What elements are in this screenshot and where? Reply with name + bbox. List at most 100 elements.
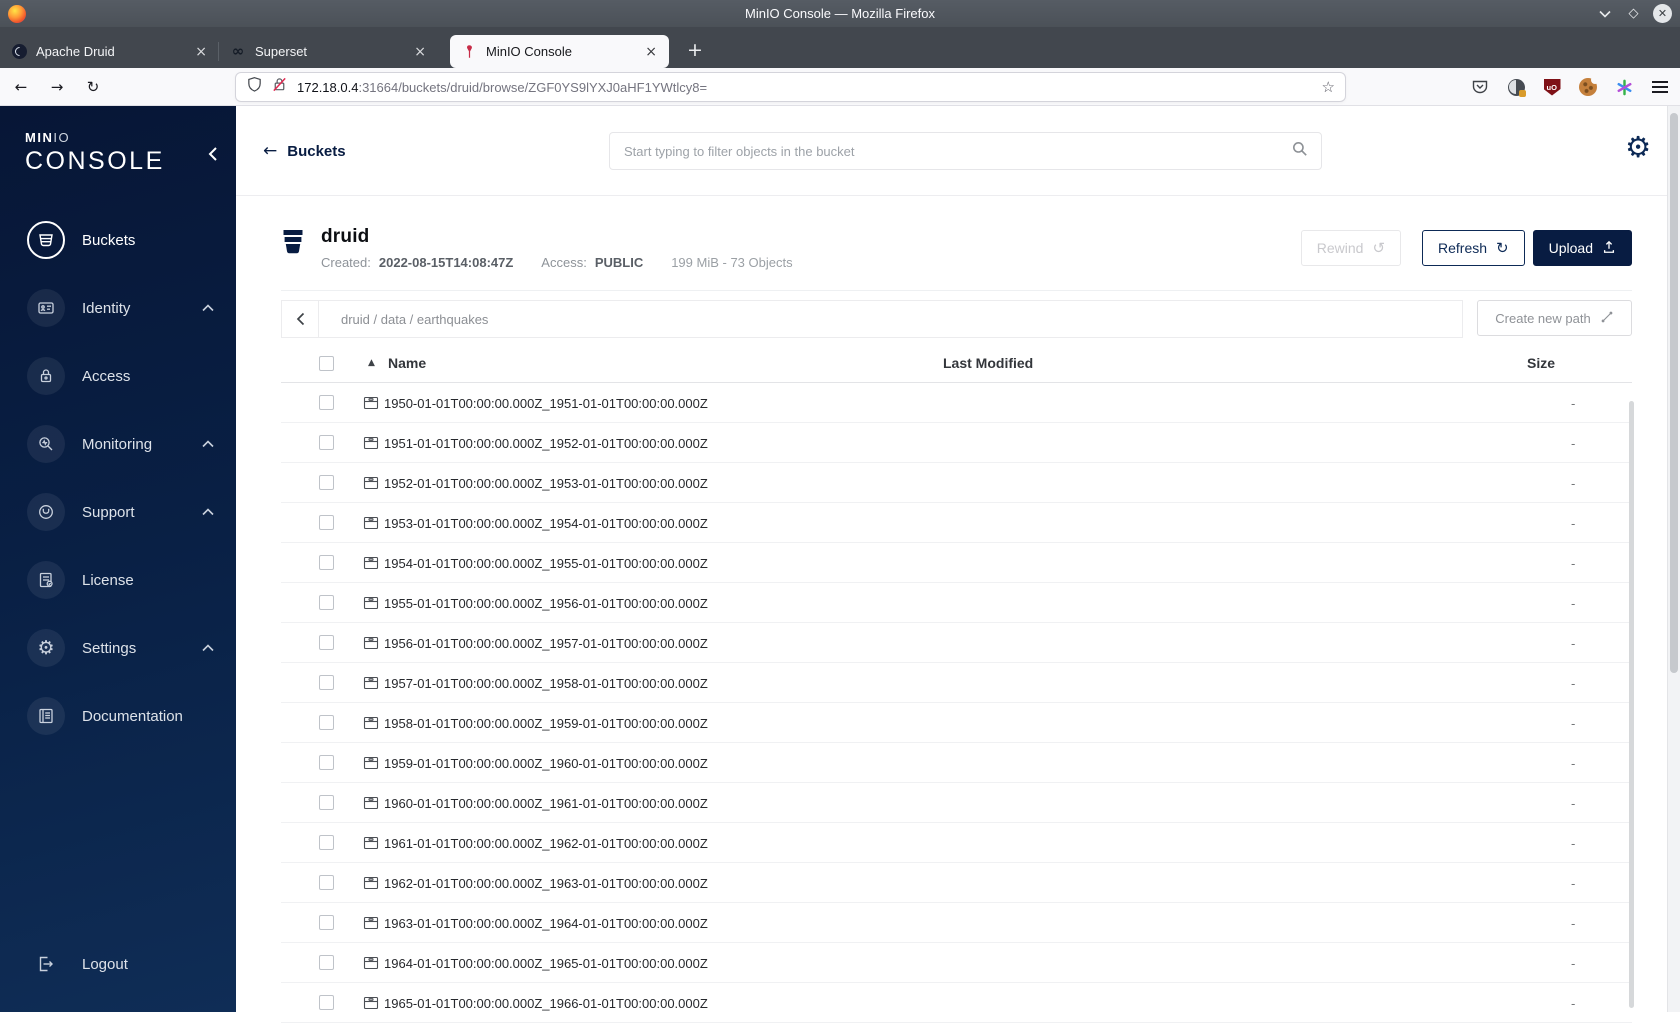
url-bar[interactable]: 172.18.0.4:31664/buckets/druid/browse/ZG… <box>236 73 1345 101</box>
object-row[interactable]: 1962-01-01T00:00:00.000Z_1963-01-01T00:0… <box>281 863 1632 903</box>
close-tab-icon[interactable]: × <box>191 44 211 60</box>
chevron-up-icon[interactable] <box>202 299 214 317</box>
row-checkbox[interactable] <box>319 915 334 930</box>
row-checkbox[interactable] <box>319 715 334 730</box>
row-checkbox[interactable] <box>319 955 334 970</box>
filter-search-box[interactable] <box>609 132 1322 170</box>
object-row[interactable]: 1963-01-01T00:00:00.000Z_1964-01-01T00:0… <box>281 903 1632 943</box>
sidebar-item-support[interactable]: Support <box>0 478 236 546</box>
bookmark-star-icon[interactable]: ☆ <box>1322 78 1335 96</box>
object-file-icon <box>363 835 379 856</box>
object-size: - <box>1571 756 1575 771</box>
row-checkbox[interactable] <box>319 675 334 690</box>
chevron-up-icon[interactable] <box>202 435 214 453</box>
sidebar-item-documentation[interactable]: Documentation <box>0 682 236 750</box>
new-tab-button[interactable]: + <box>687 39 703 61</box>
superset-favicon-icon: ∞ <box>230 44 246 60</box>
refresh-button[interactable]: Refresh↻ <box>1422 230 1525 266</box>
search-input[interactable] <box>624 144 1291 159</box>
object-row[interactable]: 1959-01-01T00:00:00.000Z_1960-01-01T00:0… <box>281 743 1632 783</box>
path-bar: druid / data / earthquakes Create new pa… <box>281 300 1632 338</box>
row-checkbox[interactable] <box>319 515 334 530</box>
pocket-icon[interactable] <box>1470 77 1490 97</box>
page-scrollbar[interactable] <box>1667 106 1680 1012</box>
page-scrollbar-thumb[interactable] <box>1670 113 1678 673</box>
row-checkbox[interactable] <box>319 435 334 450</box>
row-checkbox[interactable] <box>319 635 334 650</box>
tab-apache-druid[interactable]: Apache Druid × <box>0 35 219 68</box>
upload-button[interactable]: Upload <box>1533 230 1632 266</box>
tab-superset[interactable]: ∞ Superset × <box>219 35 438 68</box>
sidebar-collapse-icon[interactable] <box>207 146 218 167</box>
sidebar-item-access[interactable]: Access <box>0 342 236 410</box>
cookie-extension-icon[interactable] <box>1578 77 1598 97</box>
back-to-buckets[interactable]: ← Buckets <box>263 106 346 196</box>
rewind-button[interactable]: Rewind↺ <box>1301 230 1401 266</box>
object-row[interactable]: 1964-01-01T00:00:00.000Z_1965-01-01T00:0… <box>281 943 1632 983</box>
object-file-icon <box>363 715 379 736</box>
sort-ascending-icon[interactable]: ▲ <box>368 358 375 368</box>
row-checkbox[interactable] <box>319 795 334 810</box>
object-row[interactable]: 1957-01-01T00:00:00.000Z_1958-01-01T00:0… <box>281 663 1632 703</box>
bucket-browser: druid Created: 2022-08-15T14:08:47Z Acce… <box>236 197 1667 1012</box>
object-row[interactable]: 1954-01-01T00:00:00.000Z_1955-01-01T00:0… <box>281 543 1632 583</box>
shield-icon[interactable] <box>246 76 263 98</box>
back-button[interactable]: ← <box>6 73 36 101</box>
sidebar-item-logout[interactable]: Logout <box>0 930 236 998</box>
row-checkbox[interactable] <box>319 755 334 770</box>
breadcrumb[interactable]: druid / data / earthquakes <box>319 301 488 337</box>
close-tab-icon[interactable]: × <box>641 44 661 60</box>
row-checkbox[interactable] <box>319 395 334 410</box>
column-header-name[interactable]: Name <box>388 355 426 371</box>
ublock-extension-icon[interactable]: uO <box>1542 77 1562 97</box>
reload-button[interactable]: ↻ <box>78 73 108 101</box>
object-file-icon <box>363 995 379 1016</box>
row-checkbox[interactable] <box>319 595 334 610</box>
insecure-lock-icon[interactable] <box>271 76 288 98</box>
darkreader-extension-icon[interactable] <box>1506 77 1526 97</box>
chevron-up-icon[interactable] <box>202 639 214 657</box>
column-header-size[interactable]: Size <box>1527 355 1555 371</box>
row-checkbox[interactable] <box>319 875 334 890</box>
object-row[interactable]: 1965-01-01T00:00:00.000Z_1966-01-01T00:0… <box>281 983 1632 1023</box>
object-row[interactable]: 1960-01-01T00:00:00.000Z_1961-01-01T00:0… <box>281 783 1632 823</box>
row-checkbox[interactable] <box>319 995 334 1010</box>
object-row[interactable]: 1956-01-01T00:00:00.000Z_1957-01-01T00:0… <box>281 623 1632 663</box>
url-text[interactable]: 172.18.0.4:31664/buckets/druid/browse/ZG… <box>297 80 1322 95</box>
lock-icon <box>27 357 65 395</box>
forward-button[interactable]: → <box>42 73 72 101</box>
path-back-button[interactable] <box>282 301 319 337</box>
close-tab-icon[interactable]: × <box>410 44 430 60</box>
object-row[interactable]: 1958-01-01T00:00:00.000Z_1959-01-01T00:0… <box>281 703 1632 743</box>
create-new-path-button[interactable]: Create new path <box>1477 300 1632 336</box>
settings-gear-icon[interactable]: ⚙ <box>1625 133 1651 162</box>
table-scrollbar[interactable] <box>1629 401 1634 1008</box>
object-name: 1961-01-01T00:00:00.000Z_1962-01-01T00:0… <box>384 836 708 851</box>
access-value[interactable]: PUBLIC <box>595 255 643 270</box>
tab-minio-console[interactable]: MinIO Console × <box>450 35 669 68</box>
minimize-icon[interactable] <box>1595 4 1614 23</box>
object-row[interactable]: 1953-01-01T00:00:00.000Z_1954-01-01T00:0… <box>281 503 1632 543</box>
column-header-last-modified[interactable]: Last Modified <box>943 355 1033 371</box>
druid-favicon-icon <box>11 44 27 60</box>
sidebar-item-license[interactable]: License <box>0 546 236 614</box>
row-checkbox[interactable] <box>319 835 334 850</box>
container-extension-icon[interactable] <box>1614 77 1634 97</box>
object-row[interactable]: 1950-01-01T00:00:00.000Z_1951-01-01T00:0… <box>281 383 1632 423</box>
maximize-icon[interactable]: ◇ <box>1624 4 1643 23</box>
object-row[interactable]: 1961-01-01T00:00:00.000Z_1962-01-01T00:0… <box>281 823 1632 863</box>
menu-button[interactable] <box>1650 77 1670 97</box>
object-row[interactable]: 1952-01-01T00:00:00.000Z_1953-01-01T00:0… <box>281 463 1632 503</box>
object-row[interactable]: 1951-01-01T00:00:00.000Z_1952-01-01T00:0… <box>281 423 1632 463</box>
sidebar-item-settings[interactable]: ⚙ Settings <box>0 614 236 682</box>
row-checkbox[interactable] <box>319 475 334 490</box>
sidebar-item-identity[interactable]: Identity <box>0 274 236 342</box>
bucket-icon <box>281 229 305 260</box>
row-checkbox[interactable] <box>319 555 334 570</box>
sidebar-item-monitoring[interactable]: Monitoring <box>0 410 236 478</box>
select-all-checkbox[interactable] <box>319 356 334 371</box>
object-row[interactable]: 1955-01-01T00:00:00.000Z_1956-01-01T00:0… <box>281 583 1632 623</box>
sidebar-item-buckets[interactable]: Buckets <box>0 206 236 274</box>
chevron-up-icon[interactable] <box>202 503 214 521</box>
close-icon[interactable]: ✕ <box>1653 4 1672 23</box>
